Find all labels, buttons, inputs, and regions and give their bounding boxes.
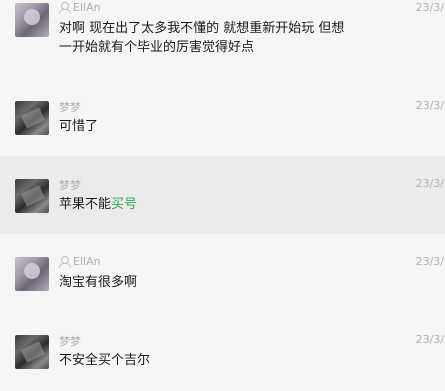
user-badge-icon [59, 1, 71, 14]
avatar[interactable] [15, 257, 49, 291]
sender-name: EllAn [59, 255, 101, 268]
avatar[interactable] [15, 3, 49, 37]
message-text[interactable]: 对啊 现在出了太多我不懂的 就想重新开始玩 但想 一开始就有个毕业的厉害觉得好点 [59, 19, 389, 57]
message-text[interactable]: 不安全买个吉尔 [59, 351, 389, 370]
message-line: 一开始就有个毕业的厉害觉得好点 [59, 40, 255, 55]
avatar[interactable] [15, 335, 49, 369]
avatar[interactable] [15, 179, 49, 213]
timestamp: 23/3/2 [415, 255, 445, 268]
chat-message-5[interactable]: 梦梦 23/3/2 不安全买个吉尔 [0, 312, 445, 391]
avatar[interactable] [15, 101, 49, 135]
timestamp: 23/3/2 [415, 333, 445, 346]
message-link[interactable]: 买号 [111, 197, 137, 212]
timestamp: 23/3/2 [415, 99, 445, 112]
user-badge-icon [59, 255, 71, 268]
message-text[interactable]: 淘宝有很多啊 [59, 273, 389, 292]
chat-message-2[interactable]: 梦梦 23/3/2 可惜了 [0, 78, 445, 156]
chat-message-4[interactable]: EllAn 23/3/2 淘宝有很多啊 [0, 234, 445, 312]
sender-name: EllAn [59, 1, 101, 14]
chat-message-3[interactable]: 梦梦 23/3/2 苹果不能买号 [0, 156, 445, 234]
sender-name: 梦梦 [59, 335, 81, 348]
message-line: 对啊 现在出了太多我不懂的 就想重新开始玩 但想 [59, 21, 345, 36]
sender-name: 梦梦 [59, 101, 81, 114]
message-text[interactable]: 可惜了 [59, 117, 389, 136]
chat-message-1[interactable]: EllAn 23/3/2 对啊 现在出了太多我不懂的 就想重新开始玩 但想 一开… [0, 0, 445, 78]
timestamp: 23/3/2 [415, 177, 445, 190]
message-text[interactable]: 苹果不能买号 [59, 195, 389, 214]
sender-name: 梦梦 [59, 179, 81, 192]
timestamp: 23/3/2 [415, 1, 445, 14]
